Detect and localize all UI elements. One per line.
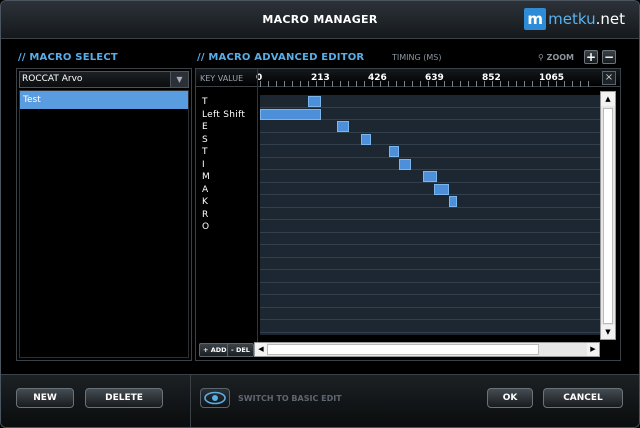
- horizontal-scrollbar[interactable]: ◀ ▶: [254, 342, 600, 357]
- key-value-header: KEY VALUE: [200, 74, 244, 83]
- timeline-row: [260, 157, 600, 170]
- macro-select-heading: // MACRO SELECT: [18, 52, 118, 63]
- cancel-button[interactable]: CANCEL: [543, 388, 623, 408]
- timeline-row: [260, 120, 600, 133]
- ruler-label: 639: [425, 73, 444, 83]
- key-label: O: [202, 222, 210, 232]
- key-label: I: [202, 159, 205, 170]
- switch-mode-button[interactable]: [200, 388, 230, 408]
- logo-icon: m: [524, 8, 547, 30]
- timeline-row: [260, 320, 600, 333]
- delete-button[interactable]: DELETE: [85, 388, 163, 408]
- ruler-label: 1065: [539, 73, 565, 83]
- close-icon[interactable]: ×: [602, 71, 616, 85]
- magnifier-icon: ⚲: [538, 53, 544, 62]
- editor-footer: + ADD - DEL ◀ ▶: [196, 340, 620, 360]
- scroll-left-icon[interactable]: ◀: [255, 343, 267, 356]
- scroll-thumb[interactable]: [267, 344, 539, 355]
- timeline-grid[interactable]: [260, 95, 600, 335]
- key-label: T: [202, 147, 208, 157]
- logo-text-main: metku: [548, 10, 596, 28]
- timeline-row: [260, 182, 600, 195]
- watermark-logo: m metku.net: [524, 8, 625, 30]
- timeline-row: [260, 132, 600, 145]
- new-button[interactable]: NEW: [16, 388, 74, 408]
- timeline-row: [260, 257, 600, 270]
- advanced-editor-heading: // MACRO ADVANCED EDITOR: [197, 52, 365, 63]
- key-list: T Left Shift E S T I M A K R O: [202, 96, 258, 234]
- timeline-row: [260, 232, 600, 245]
- delete-event-button[interactable]: - DEL: [227, 343, 254, 357]
- key-label: T: [202, 97, 208, 107]
- macro-list: Test: [19, 90, 189, 358]
- key-event-bar[interactable]: [361, 133, 372, 145]
- timeline-row: [260, 307, 600, 320]
- timeline-row: [260, 195, 600, 208]
- timeline-row: [260, 207, 600, 220]
- macro-select-panel: ROCCAT Arvo ▼ Test: [16, 68, 192, 361]
- ruler-label: 213: [311, 73, 330, 83]
- timeline-row: [260, 295, 600, 308]
- ruler-label: 852: [482, 73, 501, 83]
- scroll-down-icon[interactable]: ▼: [601, 325, 615, 339]
- key-event-bar[interactable]: [308, 96, 321, 107]
- ruler-label: 426: [368, 73, 387, 83]
- timeline-row: [260, 245, 600, 258]
- key-event-bar[interactable]: [398, 158, 412, 170]
- add-event-button[interactable]: + ADD: [199, 343, 231, 357]
- zoom-out-button[interactable]: −: [602, 50, 616, 64]
- key-event-bar[interactable]: [449, 196, 457, 207]
- scroll-up-icon[interactable]: ▲: [601, 92, 615, 106]
- key-label: R: [202, 209, 209, 220]
- scroll-thumb[interactable]: [603, 108, 613, 324]
- chevron-down-icon[interactable]: ▼: [170, 72, 188, 87]
- macro-manager-window: MACRO MANAGER m metku.net // MACRO SELEC…: [0, 0, 640, 428]
- logo-text-tld: .net: [595, 10, 625, 28]
- footer-bar: NEW DELETE SWITCH TO BASIC EDIT OK CANCE…: [1, 374, 639, 427]
- timeline-row: [260, 145, 600, 158]
- key-event-bar[interactable]: [433, 183, 449, 195]
- key-event-bar[interactable]: [336, 121, 350, 132]
- macro-set-dropdown[interactable]: ROCCAT Arvo ▼: [19, 71, 189, 88]
- list-item[interactable]: Test: [20, 91, 188, 109]
- eye-icon: [204, 391, 226, 405]
- key-label: M: [202, 172, 211, 182]
- key-label: E: [202, 122, 208, 132]
- editor-header: KEY VALUE 0 213 426 639 852 1065 ×: [196, 69, 620, 87]
- ok-button[interactable]: OK: [487, 388, 533, 408]
- timeline-row: [260, 282, 600, 295]
- scroll-right-icon[interactable]: ▶: [587, 343, 599, 356]
- key-event-bar[interactable]: [389, 146, 399, 157]
- timing-label: TIMING (MS): [392, 53, 442, 62]
- vertical-scrollbar[interactable]: ▲ ▼: [600, 91, 616, 340]
- macro-set-dropdown-value: ROCCAT Arvo: [22, 74, 83, 84]
- key-event-bar[interactable]: [260, 108, 321, 120]
- timeline-row: [260, 220, 600, 233]
- key-event-bar[interactable]: [422, 171, 438, 182]
- advanced-editor-panel: KEY VALUE 0 213 426 639 852 1065 × T Lef…: [195, 68, 621, 361]
- title-bar: MACRO MANAGER m metku.net: [1, 1, 639, 39]
- switch-basic-edit-label[interactable]: SWITCH TO BASIC EDIT: [238, 394, 342, 403]
- timeline-row: [260, 270, 600, 283]
- key-label: K: [202, 197, 209, 207]
- zoom-in-button[interactable]: +: [584, 50, 598, 64]
- key-label: S: [202, 134, 209, 145]
- key-label: A: [202, 184, 209, 195]
- zoom-label: ⚲ ZOOM: [538, 53, 575, 62]
- key-label: Left Shift: [202, 109, 246, 120]
